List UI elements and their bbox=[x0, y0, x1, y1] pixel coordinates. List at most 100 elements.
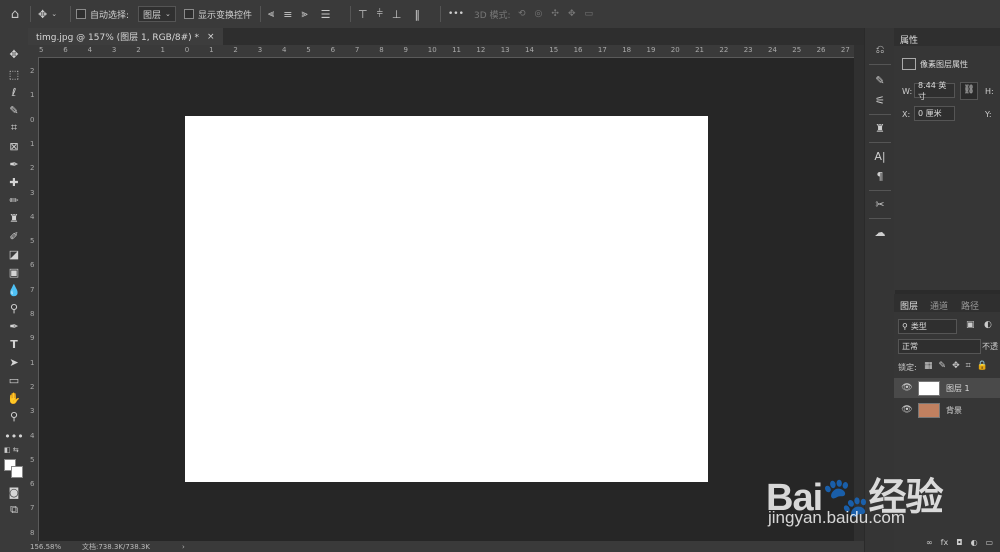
move-tool-icon[interactable]: ✥ bbox=[4, 46, 24, 62]
lock-all-icon[interactable]: 🔒 bbox=[977, 361, 988, 371]
lock-position-icon[interactable]: ✥ bbox=[952, 361, 960, 371]
ruler-tick-label: 19 bbox=[646, 46, 656, 54]
ruler-tick-label: 10 bbox=[427, 46, 437, 54]
type-tool-icon[interactable]: T bbox=[4, 336, 24, 352]
frame-tool-icon[interactable]: ⊠ bbox=[4, 138, 24, 154]
tab-paths[interactable]: 路径 bbox=[961, 299, 979, 312]
layer-filter-dropdown[interactable]: ⚲ 类型 bbox=[898, 319, 957, 334]
path-select-tool-icon[interactable]: ➤ bbox=[4, 354, 24, 370]
blur-tool-icon[interactable]: 💧 bbox=[4, 282, 24, 298]
height-label: H: bbox=[985, 87, 994, 96]
align-middle-v-icon[interactable]: ⫩ bbox=[377, 7, 383, 21]
ruler-tick-label: 8 bbox=[30, 310, 35, 318]
x-label: X: bbox=[902, 110, 911, 119]
clone-source-icon[interactable]: ♜ bbox=[871, 120, 889, 136]
width-field[interactable]: 8.44 英寸 bbox=[914, 81, 955, 101]
add-mask-icon[interactable]: ◘ bbox=[956, 538, 962, 547]
document-tab-title: timg.jpg @ 157% (图层 1, RGB/8#) * bbox=[36, 33, 200, 43]
distribute-v-icon[interactable]: ‖ bbox=[415, 8, 421, 21]
align-top-icon[interactable]: ⊤ bbox=[358, 8, 368, 21]
link-icon[interactable]: ⛓ bbox=[960, 82, 978, 100]
blend-mode-dropdown[interactable]: 正常 bbox=[898, 339, 981, 354]
gradient-tool-icon[interactable]: ▣ bbox=[4, 264, 24, 280]
eraser-tool-icon[interactable]: ◪ bbox=[4, 246, 24, 262]
vertical-ruler[interactable]: 2 1 0 1 2 3 4 5 6 7 8 9 1 2 3 4 5 6 7 8 bbox=[28, 57, 39, 541]
edit-toolbar-icon[interactable]: ••• bbox=[4, 428, 24, 444]
roll-3d-icon[interactable]: ◎ bbox=[535, 9, 543, 19]
layer-row-layer1[interactable]: 👁 图层 1 bbox=[894, 378, 1000, 398]
character-panel-icon[interactable]: A| bbox=[871, 148, 889, 164]
home-icon[interactable]: ⌂ bbox=[6, 6, 24, 22]
more-options-button[interactable]: ••• bbox=[448, 6, 464, 22]
ruler-tick-label: 15 bbox=[549, 46, 559, 54]
ruler-tick-label: 20 bbox=[670, 46, 680, 54]
dodge-tool-icon[interactable]: ⚲ bbox=[4, 300, 24, 316]
document-canvas[interactable] bbox=[185, 116, 708, 482]
swap-colors-icon[interactable]: ◧ ⇆ bbox=[4, 446, 24, 454]
paragraph-panel-icon[interactable]: ¶ bbox=[871, 168, 889, 184]
new-group-icon[interactable]: ▭ bbox=[986, 538, 994, 547]
lock-transparency-icon[interactable]: ▦ bbox=[924, 361, 933, 371]
eyedropper-tool-icon[interactable]: ✒ bbox=[4, 156, 24, 172]
rectangle-tool-icon[interactable]: ▭ bbox=[4, 372, 24, 388]
camera-3d-icon[interactable]: ▭ bbox=[585, 9, 594, 19]
background-color-swatch[interactable] bbox=[11, 466, 23, 478]
zoom-level[interactable]: 156.58% bbox=[30, 543, 82, 551]
slide-3d-icon[interactable]: ✥ bbox=[568, 9, 576, 19]
history-panel-icon[interactable]: ⎌ bbox=[871, 42, 889, 58]
brush-tool-icon[interactable]: ✏ bbox=[4, 192, 24, 208]
healing-brush-tool-icon[interactable]: ✚ bbox=[4, 174, 24, 190]
screen-mode-icon[interactable]: ⧉ bbox=[4, 502, 24, 518]
adjustment-layer-icon[interactable]: ◐ bbox=[971, 538, 978, 547]
marquee-tool-icon[interactable]: ⬚ bbox=[4, 66, 24, 82]
libraries-icon[interactable]: ☁ bbox=[871, 224, 889, 240]
lasso-tool-icon[interactable]: ℓ bbox=[4, 84, 24, 100]
adjustments-icon[interactable]: ⚟ bbox=[871, 92, 889, 108]
ruler-tick-label: 25 bbox=[792, 46, 802, 54]
auto-select-dropdown[interactable]: 图层 ⌄ bbox=[138, 6, 176, 22]
ruler-tick-label: 7 bbox=[354, 46, 360, 54]
status-menu-arrow-icon[interactable]: › bbox=[182, 543, 185, 551]
x-field[interactable]: 0 厘米 bbox=[914, 106, 955, 121]
layer-row-background[interactable]: 👁 背景 bbox=[894, 400, 1000, 420]
ruler-tick-label: 1 bbox=[209, 46, 214, 54]
align-bottom-icon[interactable]: ⊥ bbox=[392, 8, 402, 21]
document-tab[interactable]: timg.jpg @ 157% (图层 1, RGB/8#) * × bbox=[28, 28, 223, 45]
zoom-tool-icon[interactable]: ⚲ bbox=[4, 408, 24, 424]
ruler-tick-label: 12 bbox=[476, 46, 486, 54]
lock-pixels-icon[interactable]: ✎ bbox=[939, 361, 947, 371]
close-icon[interactable]: × bbox=[207, 32, 215, 42]
crop-tool-icon[interactable]: ⌗ bbox=[4, 120, 24, 136]
mode-3d-tools: ⟲ ◎ ✣ ✥ ▭ bbox=[518, 6, 593, 22]
pan-3d-icon[interactable]: ✣ bbox=[551, 9, 559, 19]
pen-tool-icon[interactable]: ✒ bbox=[4, 318, 24, 334]
quick-mask-icon[interactable]: ◙ bbox=[4, 484, 24, 500]
show-transform-checkbox[interactable]: 显示变换控件 bbox=[184, 6, 252, 22]
hand-tool-icon[interactable]: ✋ bbox=[4, 390, 24, 406]
align-center-h-icon[interactable]: ≡ bbox=[283, 8, 292, 21]
horizontal-ruler[interactable]: 5 6 4 3 2 1 0 1 2 3 4 5 6 7 8 9 10 11 12 13 14 15 16 17 18 19 20 21… bbox=[38, 45, 854, 58]
filter-image-icon[interactable]: ▣ bbox=[966, 320, 975, 330]
align-left-icon[interactable]: ⫷ bbox=[268, 7, 274, 21]
quick-select-tool-icon[interactable]: ✎ bbox=[4, 102, 24, 118]
visibility-eye-icon[interactable]: 👁 bbox=[900, 383, 914, 393]
align-right-icon[interactable]: ⫸ bbox=[301, 7, 307, 21]
lock-artboard-icon[interactable]: ⌗ bbox=[966, 361, 971, 371]
history-brush-tool-icon[interactable]: ✐ bbox=[4, 228, 24, 244]
filter-adjust-icon[interactable]: ◐ bbox=[984, 320, 992, 330]
clone-stamp-tool-icon[interactable]: ♜ bbox=[4, 210, 24, 226]
ruler-tick-label: 13 bbox=[500, 46, 510, 54]
visibility-eye-icon[interactable]: 👁 bbox=[900, 405, 914, 415]
fx-icon[interactable]: fx bbox=[941, 538, 949, 547]
link-layers-icon[interactable]: ∞ bbox=[926, 538, 933, 547]
orbit-3d-icon[interactable]: ⟲ bbox=[518, 9, 526, 19]
tab-layers[interactable]: 图层 bbox=[900, 299, 918, 312]
properties-subtitle: 像素图层属性 bbox=[920, 60, 968, 69]
move-tool-preset-icon[interactable]: ✥ ⌄ bbox=[38, 6, 57, 22]
brush-settings-icon[interactable]: ✎ bbox=[871, 72, 889, 88]
tab-channels[interactable]: 通道 bbox=[930, 299, 948, 312]
auto-select-checkbox[interactable]: 自动选择: bbox=[76, 6, 129, 22]
distribute-h-icon[interactable]: ☰ bbox=[321, 8, 331, 21]
tool-presets-icon[interactable]: ✂ bbox=[871, 196, 889, 212]
properties-tab[interactable]: 属性 bbox=[900, 33, 918, 46]
